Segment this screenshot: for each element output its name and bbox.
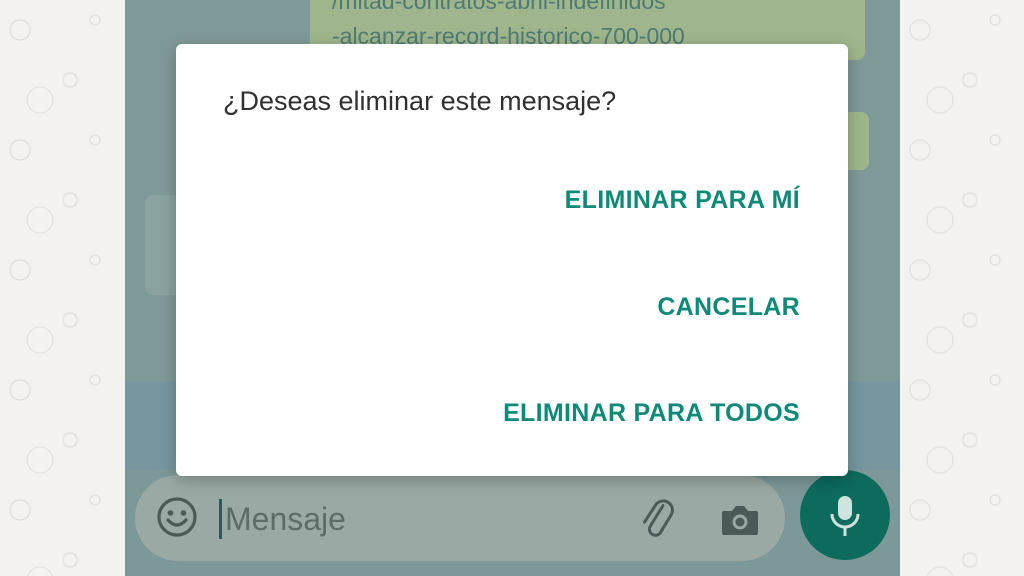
voice-message-button[interactable] [800, 470, 890, 560]
cancel-button[interactable]: CANCELAR [657, 293, 800, 322]
camera-icon[interactable] [718, 497, 762, 541]
message-link-line-1: /mitad-contratos-abril-indefinidos [332, 0, 666, 14]
delete-for-me-button[interactable]: ELIMINAR PARA MÍ [565, 186, 800, 215]
chat-wallpaper-left [0, 0, 125, 576]
text-caret [219, 499, 222, 539]
chat-wallpaper-right [900, 0, 1024, 576]
message-input[interactable]: Mensaje [225, 499, 346, 539]
microphone-icon [830, 496, 860, 536]
message-composer: Mensaje [135, 475, 785, 561]
delete-message-dialog: ¿Deseas eliminar este mensaje? ELIMINAR … [176, 44, 848, 476]
dialog-title: ¿Deseas eliminar este mensaje? [223, 86, 617, 116]
delete-for-everyone-button[interactable]: ELIMINAR PARA TODOS [503, 399, 800, 428]
paperclip-icon[interactable] [635, 497, 677, 539]
emoji-icon[interactable] [155, 495, 199, 539]
